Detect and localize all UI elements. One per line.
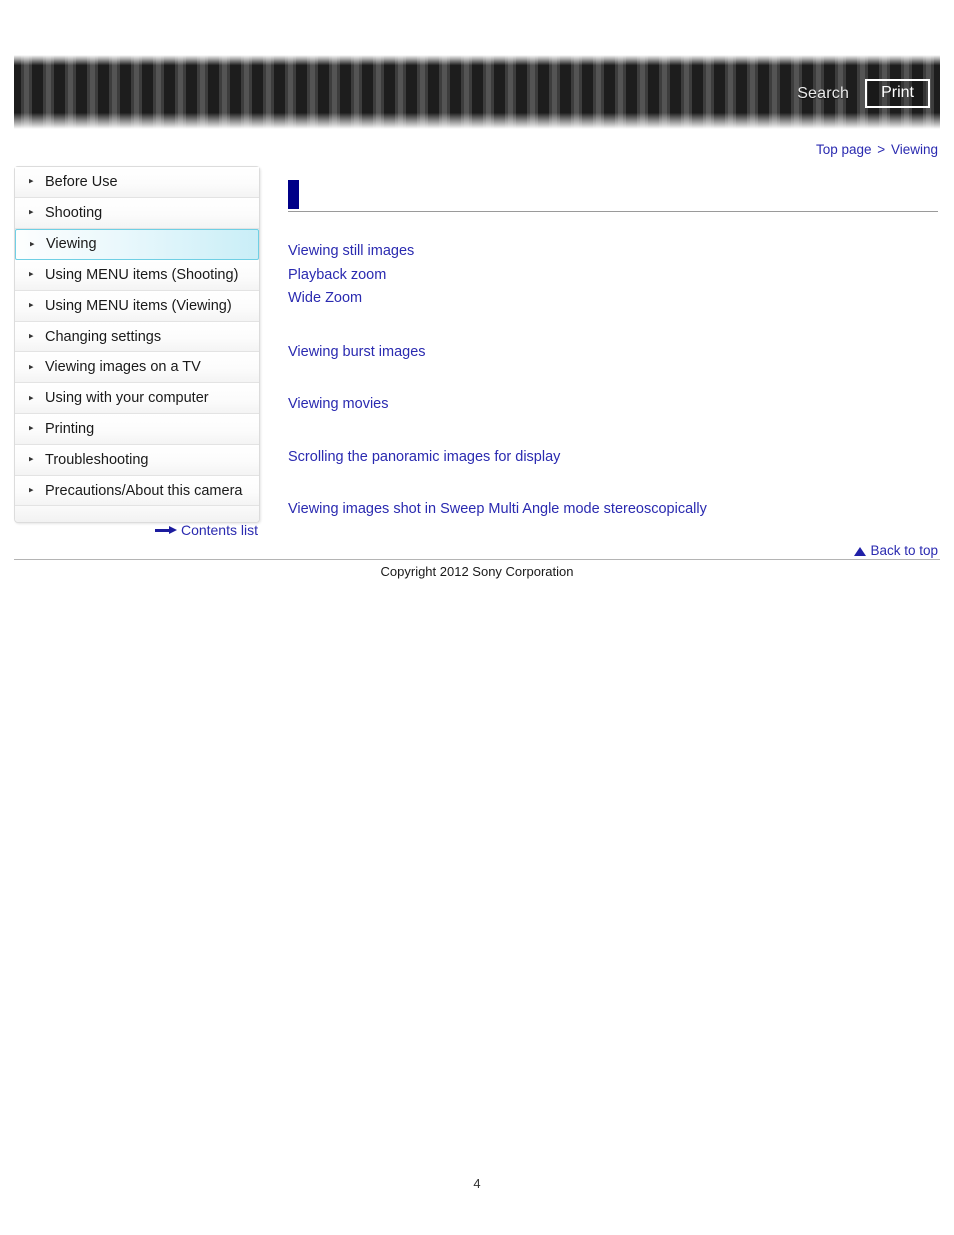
copyright-text: Copyright 2012 Sony Corporation bbox=[380, 564, 574, 579]
sidebar-item-before-use[interactable]: ▸ Before Use bbox=[15, 167, 259, 198]
sidebar-item-label: Troubleshooting bbox=[45, 451, 149, 468]
sidebar-item-label: Using MENU items (Shooting) bbox=[45, 266, 239, 283]
sidebar-item-viewing[interactable]: ▸ Viewing bbox=[15, 228, 259, 261]
sidebar-item-using-menu-items-viewing[interactable]: ▸ Using MENU items (Viewing) bbox=[15, 290, 259, 322]
triangle-right-icon: ▸ bbox=[29, 206, 34, 217]
header-tools: Search Print bbox=[797, 79, 930, 108]
contents-list-link[interactable]: Contents list bbox=[181, 522, 258, 538]
link-viewing-movies[interactable]: Viewing movies bbox=[288, 393, 388, 417]
link-viewing-still-images[interactable]: Viewing still images bbox=[288, 240, 414, 264]
header-banner: Search Print bbox=[14, 55, 940, 129]
link-viewing-burst-images[interactable]: Viewing burst images bbox=[288, 341, 426, 365]
breadcrumb: Top page > Viewing bbox=[816, 142, 938, 157]
triangle-right-icon: ▸ bbox=[30, 238, 35, 249]
triangle-right-icon: ▸ bbox=[29, 453, 34, 464]
sidebar-item-label: Viewing images on a TV bbox=[45, 359, 201, 376]
link-group-panoramic: Scrolling the panoramic images for displ… bbox=[288, 446, 940, 470]
link-scrolling-panoramic-images[interactable]: Scrolling the panoramic images for displ… bbox=[288, 446, 560, 470]
link-group-sweep-multi-angle: Viewing images shot in Sweep Multi Angle… bbox=[288, 498, 940, 522]
sidebar-footer-spacer bbox=[15, 506, 259, 523]
triangle-right-icon: ▸ bbox=[29, 422, 34, 433]
link-group-movies: Viewing movies bbox=[288, 393, 940, 417]
link-group-burst-images: Viewing burst images bbox=[288, 341, 940, 365]
back-to-top-link[interactable]: Back to top bbox=[870, 543, 938, 558]
sidebar-item-viewing-images-on-a-tv[interactable]: ▸ Viewing images on a TV bbox=[15, 352, 259, 384]
triangle-right-icon: ▸ bbox=[29, 268, 34, 279]
breadcrumb-separator: > bbox=[877, 142, 886, 157]
triangle-right-icon: ▸ bbox=[29, 392, 34, 403]
sidebar-item-label: Changing settings bbox=[45, 328, 162, 345]
triangle-right-icon: ▸ bbox=[29, 361, 34, 372]
heading-marker bbox=[288, 180, 299, 209]
sidebar-item-label: Viewing bbox=[46, 236, 97, 253]
sidebar-item-precautions-about-this-camera[interactable]: ▸ Precautions/About this camera bbox=[15, 475, 259, 507]
page-heading bbox=[288, 180, 940, 210]
main-content: Viewing still images Playback zoom Wide … bbox=[288, 180, 940, 522]
footer-divider bbox=[14, 559, 940, 560]
sidebar-item-label: Precautions/About this camera bbox=[45, 482, 243, 499]
sidebar-item-using-with-your-computer[interactable]: ▸ Using with your computer bbox=[15, 383, 259, 415]
sidebar-item-label: Before Use bbox=[45, 173, 118, 190]
sidebar-item-label: Using MENU items (Viewing) bbox=[45, 297, 232, 314]
sidebar-item-changing-settings[interactable]: ▸ Changing settings bbox=[15, 321, 259, 353]
sidebar-item-printing[interactable]: ▸ Printing bbox=[15, 414, 259, 445]
triangle-right-icon: ▸ bbox=[29, 484, 34, 495]
search-button[interactable]: Search bbox=[797, 85, 849, 103]
sidebar-nav: ▸ Before Use ▸ Shooting ▸ Viewing ▸ Usin… bbox=[14, 166, 260, 524]
arrow-right-icon bbox=[154, 525, 179, 535]
link-group-still-images: Viewing still images Playback zoom Wide … bbox=[288, 240, 940, 311]
contents-list-row: Contents list bbox=[14, 522, 258, 538]
sidebar-item-troubleshooting[interactable]: ▸ Troubleshooting bbox=[15, 444, 259, 476]
heading-divider bbox=[288, 211, 938, 212]
sidebar-item-using-menu-items-shooting[interactable]: ▸ Using MENU items (Shooting) bbox=[15, 260, 259, 291]
sidebar-item-label: Printing bbox=[45, 420, 95, 437]
triangle-up-icon bbox=[854, 547, 867, 556]
triangle-right-icon: ▸ bbox=[29, 175, 34, 186]
link-viewing-sweep-multi-angle-stereoscopically[interactable]: Viewing images shot in Sweep Multi Angle… bbox=[288, 498, 707, 522]
back-to-top-row[interactable]: Back to top bbox=[854, 543, 938, 558]
sidebar-item-shooting[interactable]: ▸ Shooting bbox=[15, 197, 259, 229]
triangle-right-icon: ▸ bbox=[29, 330, 34, 341]
link-wide-zoom[interactable]: Wide Zoom bbox=[288, 287, 362, 311]
triangle-right-icon: ▸ bbox=[29, 299, 34, 310]
page-number: 4 bbox=[473, 1176, 481, 1191]
breadcrumb-item-viewing[interactable]: Viewing bbox=[891, 142, 938, 157]
breadcrumb-item-top-page[interactable]: Top page bbox=[816, 142, 872, 157]
sidebar-item-label: Shooting bbox=[45, 204, 103, 221]
sidebar-item-label: Using with your computer bbox=[45, 390, 209, 407]
print-button[interactable]: Print bbox=[865, 79, 930, 108]
link-playback-zoom[interactable]: Playback zoom bbox=[288, 264, 386, 288]
